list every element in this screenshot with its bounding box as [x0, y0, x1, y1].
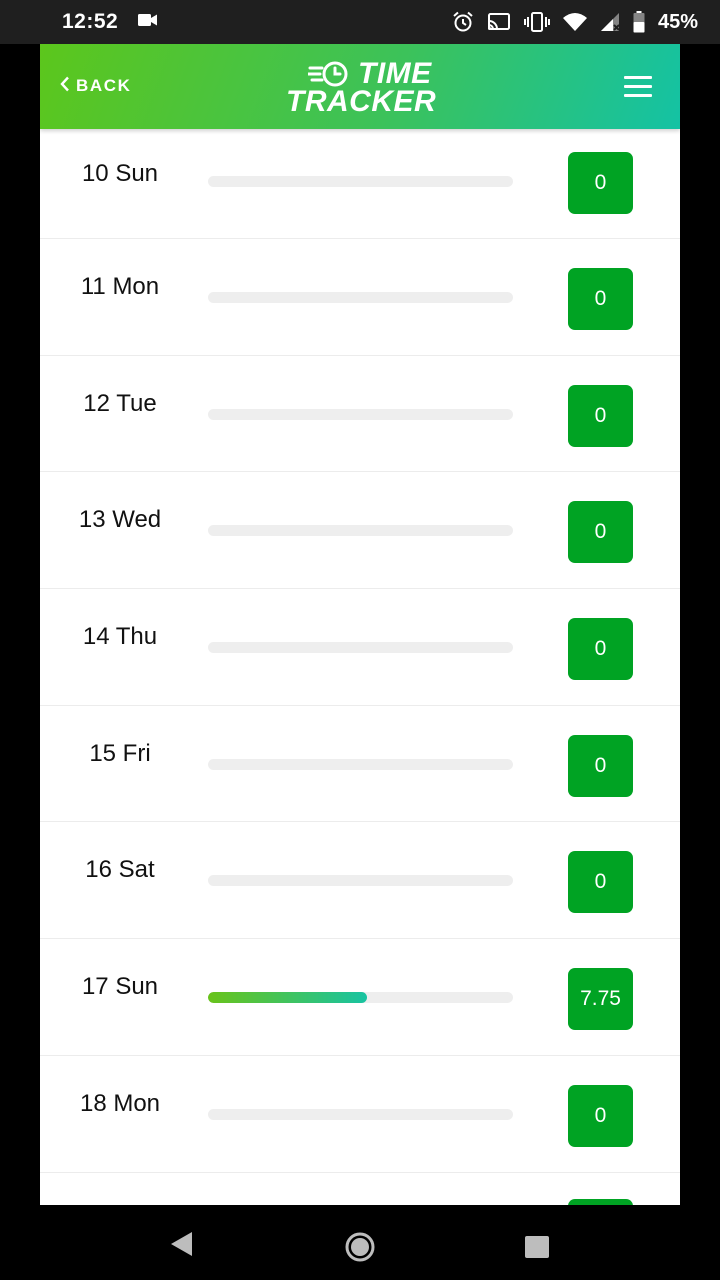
progress-track	[208, 992, 513, 1004]
progress-track	[208, 642, 513, 654]
progress-track	[208, 292, 513, 303]
app-window: BACK TIME TRACKER 10 Sun 0 11 Mon 0 12 Tue 0 1…	[40, 44, 680, 1205]
progress-fill	[208, 992, 367, 1004]
status-time: 12:52	[62, 10, 119, 33]
nav-home-icon[interactable]	[344, 1231, 376, 1268]
day-label: 13 Wed	[78, 506, 162, 534]
day-list: 10 Sun 0 11 Mon 0 12 Tue 0 13 Wed 0 14 Thu 0 15 Fr…	[40, 129, 680, 1173]
status-bar: 12:52 45%	[0, 0, 720, 44]
chevron-left-icon	[60, 76, 70, 97]
progress-track	[208, 525, 513, 537]
day-row[interactable]: 12 Tue 0	[40, 356, 680, 473]
hours-box[interactable]: 0	[568, 152, 633, 214]
hours-box[interactable]: 0	[568, 734, 633, 797]
phone-screen: 12:52 45% BACK TIME TRACKER 10 Sun 0 11 …	[0, 0, 720, 1280]
status-left: 12:52	[62, 10, 158, 34]
day-label: 10 Sun	[81, 160, 159, 187]
hours-box[interactable]: 0	[568, 618, 633, 681]
day-label: 17 Sun	[81, 973, 159, 1001]
hamburger-menu-icon[interactable]	[624, 76, 652, 98]
progress-track	[208, 758, 513, 770]
progress-track	[208, 875, 513, 887]
battery-icon	[633, 11, 645, 33]
video-camera-icon	[138, 13, 158, 32]
vibrate-icon	[523, 12, 550, 32]
app-header: BACK TIME TRACKER	[40, 44, 680, 129]
back-label: BACK	[76, 76, 132, 95]
time-tracker-logo: TIME TRACKER	[286, 58, 446, 118]
day-row[interactable]: 17 Sun 7.75	[40, 939, 680, 1056]
day-row[interactable]: 15 Fri 0	[40, 706, 680, 823]
hours-box[interactable]: 0	[568, 851, 633, 914]
hours-box[interactable]: 0	[568, 268, 633, 330]
battery-percentage: 45%	[657, 10, 698, 33]
day-label: 11 Mon	[80, 273, 160, 300]
navigation-bar	[0, 1205, 720, 1280]
status-right: 45%	[452, 11, 698, 34]
back-button[interactable]: BACK	[60, 72, 132, 100]
day-row[interactable]: 14 Thu 0	[40, 589, 680, 706]
alarm-icon	[452, 11, 474, 33]
progress-track	[208, 176, 513, 187]
day-label: 18 Mon	[79, 1089, 161, 1117]
hours-box[interactable]: 0	[568, 384, 633, 447]
day-row[interactable]: 13 Wed 0	[40, 472, 680, 590]
cellular-signal-icon	[600, 12, 620, 32]
day-row[interactable]: 18 Mon 0	[40, 1056, 680, 1173]
cast-icon	[487, 12, 511, 32]
day-label: 15 Fri	[89, 739, 151, 767]
day-label: 12 Tue	[83, 389, 157, 417]
hours-box[interactable]: 0	[568, 1084, 633, 1147]
wifi-icon	[562, 12, 587, 32]
day-row[interactable]: 11 Mon 0	[40, 239, 680, 356]
hours-box[interactable]: 0	[568, 501, 633, 564]
hours-box[interactable]: 7.75	[568, 968, 633, 1031]
logo-text-tracker: TRACKER	[286, 85, 437, 118]
day-row[interactable]: 10 Sun 0	[40, 129, 680, 239]
progress-track	[208, 408, 513, 420]
nav-recents-icon[interactable]	[525, 1236, 549, 1258]
day-label: 14 Thu	[82, 623, 158, 651]
day-label: 16 Sat	[85, 856, 155, 884]
nav-back-icon[interactable]	[170, 1231, 194, 1262]
progress-track	[208, 1108, 513, 1120]
day-row[interactable]: 16 Sat 0	[40, 822, 680, 940]
